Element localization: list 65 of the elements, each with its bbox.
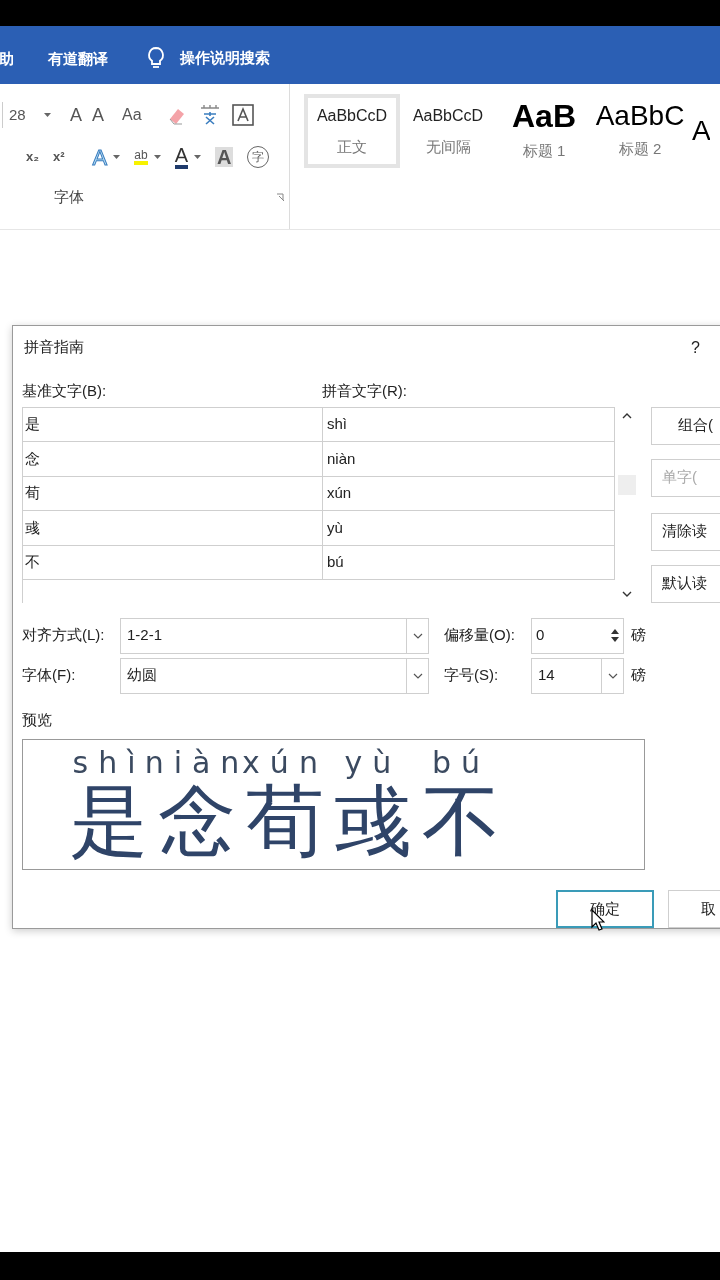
dropdown[interactable]: 1-2-1: [120, 617, 429, 654]
ruby-text-field[interactable]: niàn: [323, 442, 616, 477]
base-preview-text: 不: [422, 782, 500, 860]
ruby-preview-text: yù: [344, 748, 402, 778]
font-tool-button[interactable]: A: [70, 101, 82, 129]
style-gallery-item[interactable]: AaBbCcD 无间隔: [400, 94, 496, 168]
base-preview-text: 彧: [334, 782, 412, 860]
scroll-up-icon[interactable]: [622, 412, 633, 419]
dropdown[interactable]: 幼圆: [120, 657, 429, 694]
side-button[interactable]: 清除读: [651, 512, 720, 551]
field-label: 对齐方式(L):: [22, 625, 106, 646]
base-text-field[interactable]: 是: [23, 407, 323, 443]
field-label: 基准文字(B):: [22, 381, 108, 401]
base-preview-text: 荀: [246, 782, 324, 860]
search-box[interactable]: 操作说明搜索: [180, 46, 270, 70]
help-button[interactable]: ?: [691, 336, 700, 360]
base-preview-text: 念: [158, 782, 236, 860]
font-tool-button[interactable]: Aa: [122, 103, 142, 127]
ruby-preview-text: shì: [72, 748, 146, 778]
spin-box[interactable]: 0: [531, 617, 624, 654]
style-gallery-item[interactable]: AaBbCcD 正文: [304, 94, 400, 168]
base-text-field[interactable]: 彧: [23, 511, 323, 546]
base-text-field[interactable]: 不: [23, 545, 323, 581]
style-gallery-item[interactable]: A: [688, 94, 710, 168]
font-tool-button[interactable]: A: [214, 147, 234, 167]
side-button[interactable]: 组合(: [651, 406, 720, 445]
caret-icon[interactable]: [153, 155, 161, 159]
font-tool-button[interactable]: A: [174, 145, 188, 169]
field-label: 拼音文字(R):: [322, 381, 407, 401]
field-label: 字体(F):: [22, 665, 77, 686]
group-label: 字体: [54, 187, 84, 207]
caret-icon[interactable]: [193, 155, 201, 159]
font-size-field[interactable]: 28: [2, 102, 60, 128]
dropdown[interactable]: 14: [531, 657, 624, 694]
spin-up-icon[interactable]: [611, 629, 619, 634]
base-text-field[interactable]: 荀: [23, 476, 323, 512]
ruby-preview-text: bú: [431, 748, 491, 778]
font-tool-button[interactable]: x₂: [26, 147, 39, 167]
field-label: 偏移量(O):: [444, 625, 516, 646]
style-gallery-item[interactable]: AaBbC 标题 2: [592, 94, 688, 168]
unit-label: 磅: [631, 665, 646, 686]
character-border-icon[interactable]: [231, 104, 254, 126]
caret-icon[interactable]: [43, 113, 51, 117]
ruby-text-field[interactable]: xún: [323, 476, 616, 512]
section-label: 预览: [21, 709, 53, 730]
style-gallery-item[interactable]: AaB 标题 1: [496, 94, 592, 168]
base-text-field[interactable]: 念: [23, 442, 323, 477]
font-tool-button[interactable]: x²: [53, 147, 65, 167]
caret-icon[interactable]: [113, 155, 121, 159]
font-tool-button[interactable]: A: [92, 101, 105, 129]
ruby-text-field[interactable]: shì: [323, 407, 616, 443]
ribbon-tab[interactable]: 有道翻译: [48, 47, 108, 70]
dialog-launcher-icon[interactable]: [277, 193, 285, 202]
side-button[interactable]: 默认读: [651, 564, 720, 603]
spin-down-icon[interactable]: [611, 637, 619, 642]
field-label: 字号(S):: [444, 665, 500, 686]
base-preview-text: 是: [70, 782, 148, 860]
ruby-text-field[interactable]: yù: [323, 511, 616, 546]
font-tool-button[interactable]: ab: [134, 149, 148, 165]
dialog-button[interactable]: 取: [668, 890, 720, 928]
ruby-text-field[interactable]: bú: [323, 545, 616, 581]
lightbulb-icon[interactable]: [146, 46, 166, 70]
dialog-title: 拼音指南: [24, 337, 84, 357]
unit-label: 磅: [631, 625, 646, 646]
scroll-down-icon[interactable]: [622, 590, 633, 597]
